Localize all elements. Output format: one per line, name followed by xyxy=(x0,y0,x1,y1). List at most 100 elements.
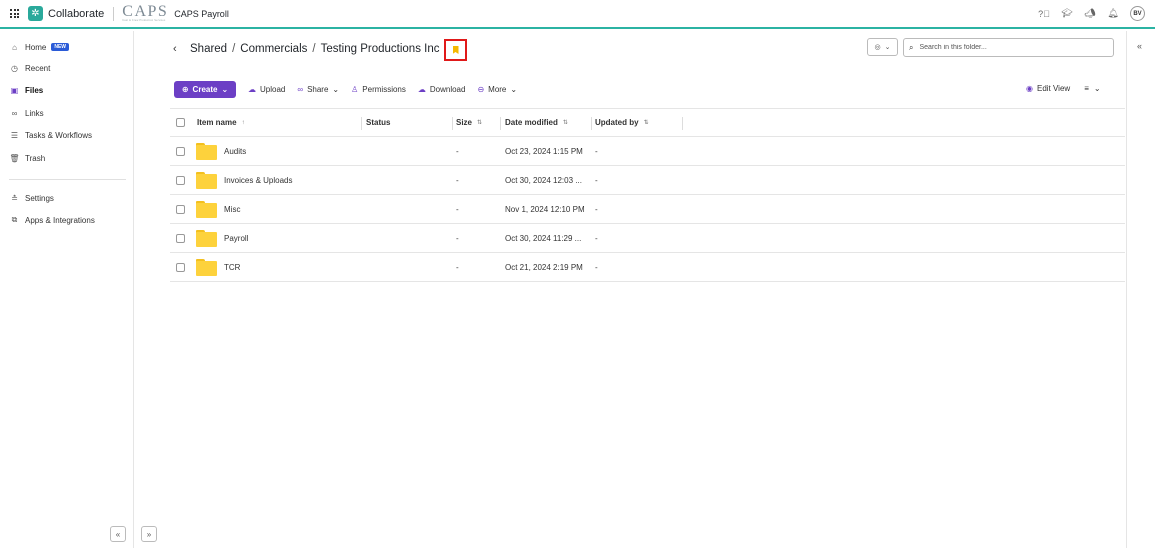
org-name: CAPS Payroll xyxy=(174,8,229,19)
table-row[interactable]: Payroll - Oct 30, 2024 11:29 ... - xyxy=(170,224,1125,253)
column-divider[interactable] xyxy=(361,117,362,130)
permissions-button[interactable]: ♙ Permissions xyxy=(351,85,406,94)
double-chevron-left-icon[interactable]: « xyxy=(1137,41,1142,51)
item-name[interactable]: Misc xyxy=(224,205,240,214)
eye-icon: ◉ xyxy=(1026,84,1033,93)
apps-icon: ⧉ xyxy=(11,215,18,224)
table-row[interactable]: Misc - Nov 1, 2024 12:10 PM - xyxy=(170,195,1125,224)
sliders-icon: ≛ xyxy=(11,193,18,203)
cloud-upload-icon: ☁ xyxy=(248,85,256,94)
sidebar: ⌂ Home NEW ◷ Recent ▣ Files ∞ Links ☰ Ta… xyxy=(0,31,157,548)
row-checkbox[interactable] xyxy=(176,205,185,214)
bookmark-icon[interactable] xyxy=(452,46,459,54)
megaphone-icon[interactable]: 📣︎ xyxy=(1084,8,1096,19)
tasks-icon: ☰ xyxy=(10,130,19,140)
row-checkbox[interactable] xyxy=(176,263,185,272)
list-icon: ≡ xyxy=(1084,84,1089,93)
sidebar-item-label: Links xyxy=(25,108,44,118)
item-updated-by: - xyxy=(595,263,598,272)
trash-icon: 🗑︎ xyxy=(9,153,20,163)
row-checkbox[interactable] xyxy=(176,234,185,243)
row-checkbox[interactable] xyxy=(176,147,185,156)
table-header: Item name ↑ Status Size ⇅ Date modified … xyxy=(170,108,1125,137)
create-button[interactable]: ⊕ Create ⌄ xyxy=(174,81,236,98)
sidebar-item-recent[interactable]: ◷ Recent xyxy=(9,62,50,74)
filter-dropdown-button[interactable]: ◎ ⌄ xyxy=(867,38,898,56)
item-name[interactable]: TCR xyxy=(224,263,240,272)
view-controls: ◉ Edit View ≡ ⌄ xyxy=(1026,84,1101,93)
sidebar-item-files[interactable]: ▣ Files xyxy=(9,84,44,96)
item-updated-by: - xyxy=(595,205,598,214)
edit-view-button[interactable]: ◉ Edit View xyxy=(1026,84,1070,93)
item-name[interactable]: Audits xyxy=(224,147,246,156)
help-icon[interactable]: ?⃝ xyxy=(1038,9,1050,19)
table-row[interactable]: Audits - Oct 23, 2024 1:15 PM - xyxy=(170,137,1125,166)
search-input[interactable] xyxy=(919,44,1100,51)
item-date-modified: Oct 23, 2024 1:15 PM xyxy=(505,147,583,156)
brand-logo: CAPS Cast & Crew Production Services xyxy=(122,3,169,23)
sort-toggle-icon: ⇅ xyxy=(477,120,483,126)
table-row[interactable]: Invoices & Uploads - Oct 30, 2024 12:03 … xyxy=(170,166,1125,195)
column-divider[interactable] xyxy=(452,117,453,130)
breadcrumb-separator: / xyxy=(232,43,236,55)
app-grid-icon[interactable] xyxy=(10,9,19,18)
column-header-status[interactable]: Status xyxy=(366,118,390,127)
sidebar-item-links[interactable]: ∞ Links xyxy=(9,107,44,119)
right-panel: « xyxy=(1126,31,1155,548)
file-table: Item name ↑ Status Size ⇅ Date modified … xyxy=(170,108,1125,282)
sidebar-item-label: Trash xyxy=(25,153,46,163)
search-icon: ⌕ xyxy=(909,42,914,52)
sidebar-item-label: Settings xyxy=(25,193,54,203)
row-checkbox[interactable] xyxy=(176,176,185,185)
bell-icon[interactable]: 🔔︎ xyxy=(1107,8,1119,19)
clock-icon: ◷ xyxy=(11,63,18,73)
bookmark-highlight[interactable] xyxy=(444,39,467,61)
column-divider[interactable] xyxy=(500,117,501,130)
app-name: Collaborate xyxy=(48,7,105,20)
select-all-checkbox[interactable] xyxy=(176,118,185,127)
column-header-size[interactable]: Size ⇅ xyxy=(456,118,482,127)
more-circle-icon: ⊖ xyxy=(477,85,485,94)
chevron-down-icon: ⌄ xyxy=(1093,84,1101,93)
column-divider[interactable] xyxy=(591,117,592,130)
upload-button[interactable]: ☁ Upload xyxy=(248,85,285,94)
sort-arrow-up-icon: ↑ xyxy=(241,119,245,126)
breadcrumb-separator: / xyxy=(312,43,316,55)
user-icon: ♙ xyxy=(351,85,359,94)
collaborate-logo-icon: ✲ xyxy=(28,6,43,21)
plus-circle-icon: ⊕ xyxy=(181,85,189,94)
sidebar-item-apps[interactable]: ⧉ Apps & Integrations xyxy=(9,214,95,226)
table-row[interactable]: TCR - Oct 21, 2024 2:19 PM - xyxy=(170,253,1125,282)
item-name[interactable]: Invoices & Uploads xyxy=(224,176,292,185)
sidebar-divider xyxy=(9,179,126,180)
top-bar: ✲ Collaborate CAPS Cast & Crew Productio… xyxy=(0,0,1155,29)
item-updated-by: - xyxy=(595,234,598,243)
column-divider[interactable] xyxy=(682,117,683,130)
back-chevron-icon[interactable]: ‹ xyxy=(173,43,177,55)
share-button[interactable]: ∞ Share ⌄ xyxy=(297,85,339,94)
sidebar-item-tasks[interactable]: ☰ Tasks & Workflows xyxy=(9,129,92,141)
item-date-modified: Nov 1, 2024 12:10 PM xyxy=(505,205,585,214)
download-button[interactable]: ☁ Download xyxy=(418,85,466,94)
sidebar-item-trash[interactable]: 🗑︎ Trash xyxy=(9,152,45,164)
new-badge: NEW xyxy=(51,43,70,51)
column-header-date-modified[interactable]: Date modified ⇅ xyxy=(505,118,568,127)
more-button[interactable]: ⊖ More ⌄ xyxy=(477,85,517,94)
breadcrumb-item-shared[interactable]: Shared xyxy=(190,43,227,55)
collapse-sidebar-button[interactable]: « xyxy=(110,526,126,542)
share-label: Share xyxy=(307,85,329,94)
sidebar-item-home[interactable]: ⌂ Home NEW xyxy=(9,41,70,53)
sidebar-item-settings[interactable]: ≛ Settings xyxy=(9,192,54,204)
column-header-item-name[interactable]: Item name ↑ xyxy=(197,118,245,127)
item-date-modified: Oct 30, 2024 11:29 ... xyxy=(505,234,582,243)
item-name[interactable]: Payroll xyxy=(224,234,248,243)
list-view-dropdown[interactable]: ≡ ⌄ xyxy=(1084,84,1100,93)
folder-icon xyxy=(196,201,217,218)
graduation-cap-icon[interactable]: 🎓︎ xyxy=(1061,8,1073,19)
home-icon: ⌂ xyxy=(12,42,17,52)
breadcrumb-item-commercials[interactable]: Commercials xyxy=(240,43,307,55)
column-header-updated-by[interactable]: Updated by ⇅ xyxy=(595,118,649,127)
item-updated-by: - xyxy=(595,147,598,156)
edit-view-label: Edit View xyxy=(1036,84,1071,93)
avatar[interactable]: BV xyxy=(1130,6,1145,21)
